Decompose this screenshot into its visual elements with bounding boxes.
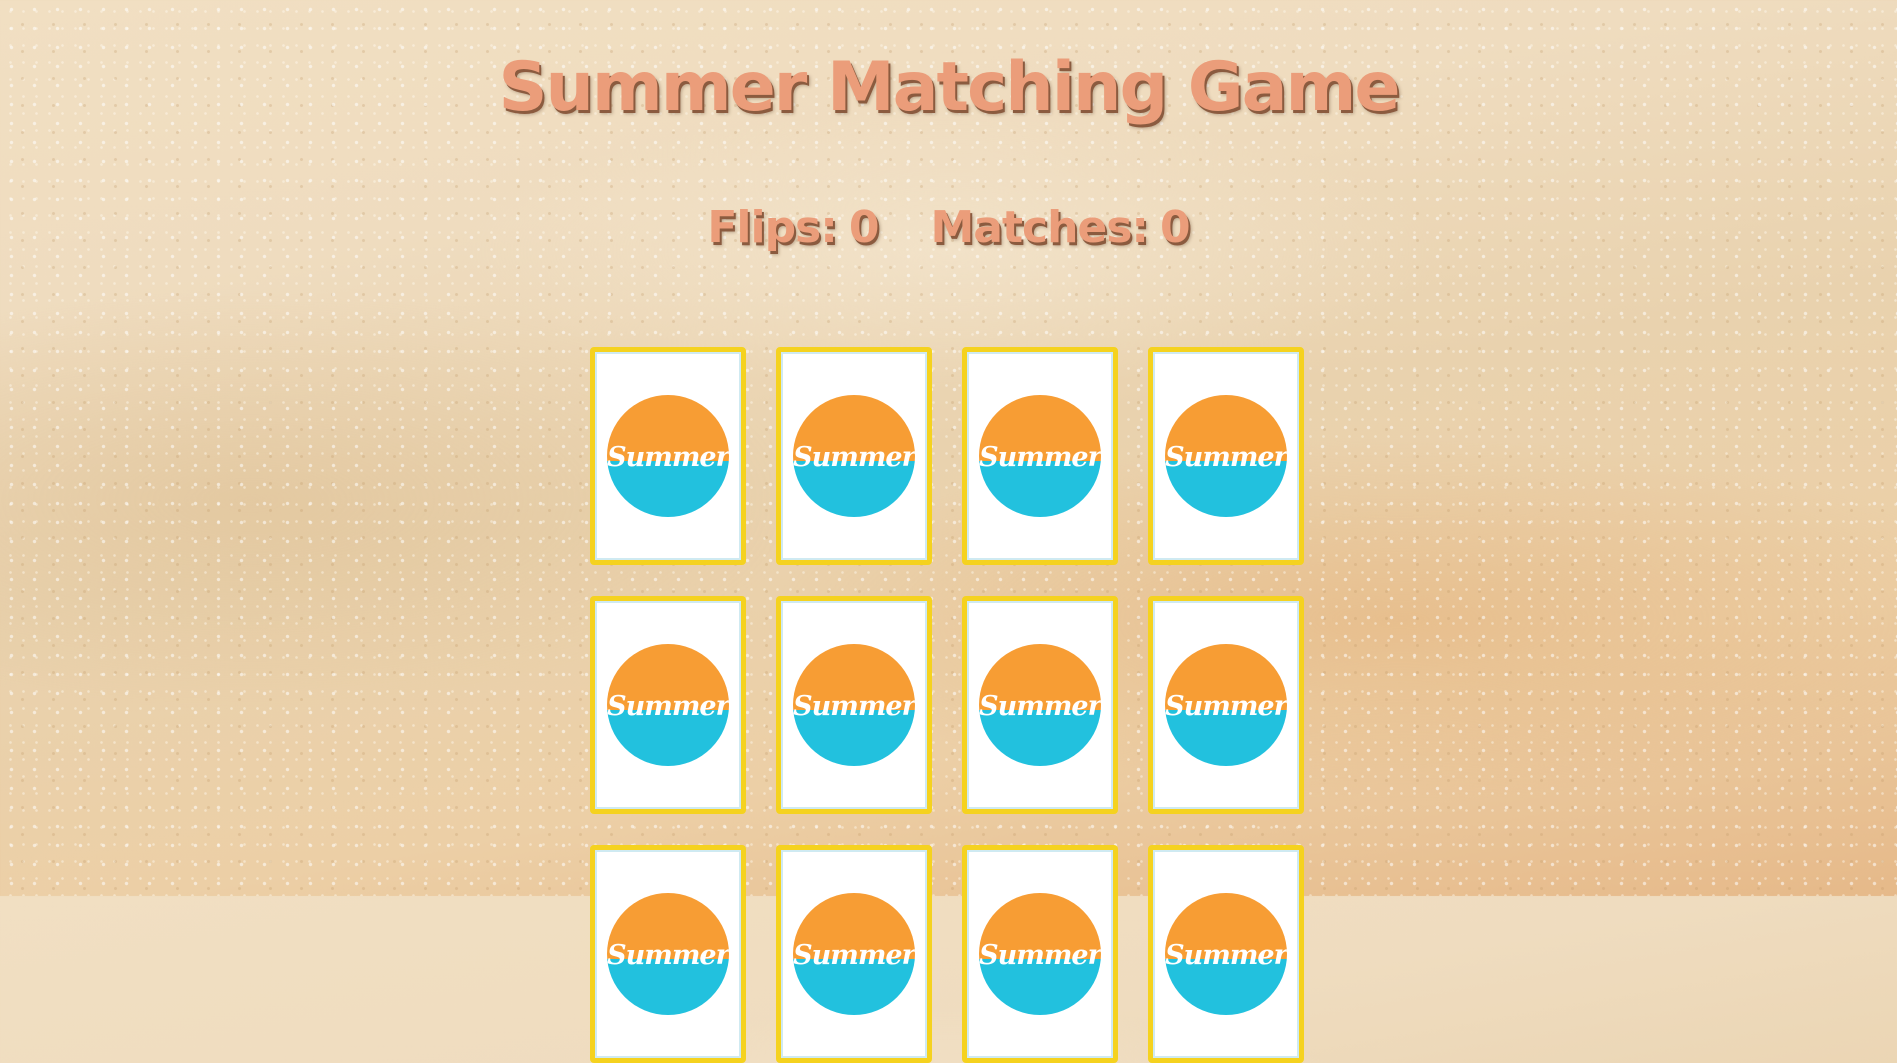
memory-card[interactable]: Summer xyxy=(776,845,932,1063)
summer-logo-icon: Summer xyxy=(607,893,729,1015)
summer-logo-icon: Summer xyxy=(793,893,915,1015)
memory-card[interactable]: Summer xyxy=(590,347,746,565)
matches-counter: Matches: 0 xyxy=(930,202,1191,253)
card-grid: Summer Summer Summer Summer Summer Summe… xyxy=(590,347,1304,1063)
memory-card[interactable]: Summer xyxy=(590,845,746,1063)
memory-card[interactable]: Summer xyxy=(1148,347,1304,565)
summer-logo-icon: Summer xyxy=(607,395,729,517)
memory-card[interactable]: Summer xyxy=(962,347,1118,565)
memory-card[interactable]: Summer xyxy=(962,596,1118,814)
summer-logo-icon: Summer xyxy=(1165,395,1287,517)
memory-card[interactable]: Summer xyxy=(1148,596,1304,814)
flips-label: Flips: xyxy=(707,202,838,253)
summer-logo-icon: Summer xyxy=(979,893,1101,1015)
matches-value: 0 xyxy=(1160,202,1191,253)
memory-card[interactable]: Summer xyxy=(1148,845,1304,1063)
summer-logo-icon: Summer xyxy=(607,644,729,766)
summer-logo-icon: Summer xyxy=(1165,893,1287,1015)
summer-logo-icon: Summer xyxy=(979,395,1101,517)
stats-bar: Flips: 0 Matches: 0 xyxy=(0,202,1897,253)
matches-label: Matches: xyxy=(930,202,1149,253)
summer-logo-icon: Summer xyxy=(979,644,1101,766)
memory-card[interactable]: Summer xyxy=(776,347,932,565)
memory-card[interactable]: Summer xyxy=(962,845,1118,1063)
flips-counter: Flips: 0 xyxy=(707,202,880,253)
page-title: Summer Matching Game xyxy=(498,48,1401,127)
summer-logo-icon: Summer xyxy=(793,644,915,766)
summer-logo-icon: Summer xyxy=(1165,644,1287,766)
flips-value: 0 xyxy=(848,202,880,253)
summer-logo-icon: Summer xyxy=(793,395,915,517)
memory-card[interactable]: Summer xyxy=(590,596,746,814)
memory-card[interactable]: Summer xyxy=(776,596,932,814)
